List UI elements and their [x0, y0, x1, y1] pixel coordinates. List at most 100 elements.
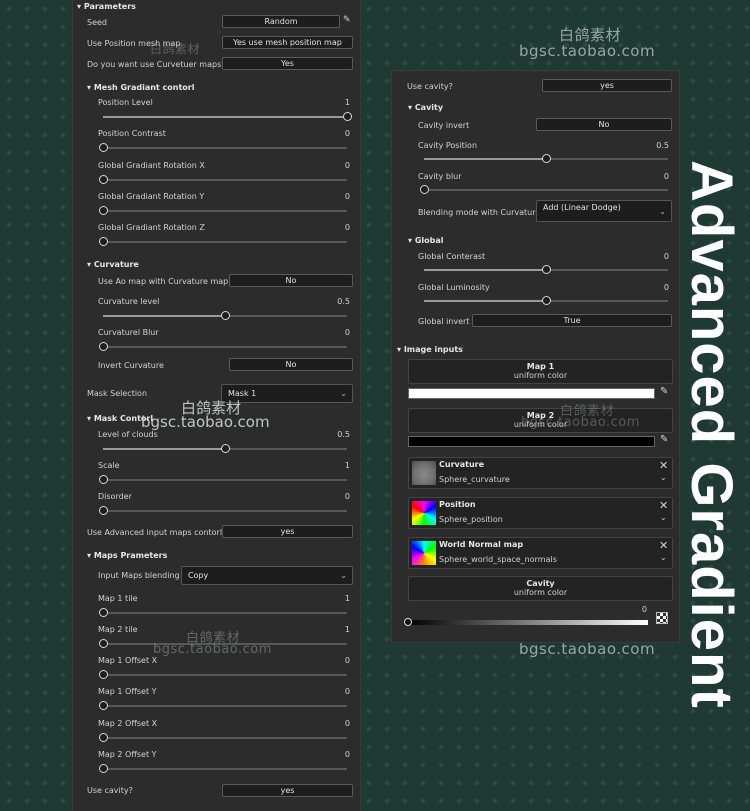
disorder-slider[interactable] — [98, 506, 347, 515]
curvature-section[interactable]: ▾ Curvature — [87, 260, 139, 269]
slider-fill — [424, 269, 546, 271]
slider-knob[interactable] — [541, 296, 551, 305]
map1-offset-y-slider[interactable] — [98, 701, 347, 710]
map1-tile-slider[interactable] — [98, 608, 347, 617]
rotation-z-slider[interactable] — [98, 237, 347, 246]
advanced-input-label: Use Advanced input maps contorl — [87, 528, 223, 537]
curvature-input-card[interactable]: Curvature Sphere_curvature ✕ ⌄ — [408, 457, 673, 489]
slider-fill — [103, 315, 225, 317]
map1-color-swatch[interactable] — [408, 388, 655, 399]
slider-knob[interactable] — [98, 670, 108, 679]
rotation-x-slider[interactable] — [98, 175, 347, 184]
map2-offset-x-value: 0 — [344, 719, 350, 728]
eyedropper-icon[interactable]: ✎ — [660, 434, 668, 445]
pencil-icon[interactable]: ✎ — [343, 15, 351, 25]
rotation-x-label: Global Gradiant Rotation X — [98, 161, 205, 170]
slider-knob[interactable] — [98, 764, 108, 773]
invert-curvature-button[interactable]: No — [229, 358, 353, 371]
use-cavity-label: Use cavity? — [407, 82, 453, 91]
input-blending-dropdown[interactable]: Copy ⌄ — [181, 566, 353, 585]
global-invert-button[interactable]: True — [472, 314, 672, 327]
slider-knob[interactable] — [98, 701, 108, 710]
mesh-gradient-section[interactable]: ▾ Mesh Gradiant contorl — [87, 83, 194, 92]
close-icon[interactable]: ✕ — [659, 539, 668, 552]
cavity-invert-button[interactable]: No — [536, 118, 672, 131]
invert-curvature-label: Invert Curvature — [98, 361, 164, 370]
curvature-level-slider[interactable] — [103, 311, 347, 320]
curvature-blur-label: Curvaturel Blur — [98, 328, 159, 337]
map1-input-card[interactable]: Map 1 uniform color — [408, 359, 673, 384]
eyedropper-icon[interactable]: ✎ — [660, 386, 668, 397]
slider-knob[interactable] — [220, 311, 230, 320]
close-icon[interactable]: ✕ — [659, 499, 668, 512]
close-icon[interactable]: ✕ — [659, 459, 668, 472]
chevron-down-icon[interactable]: ⌄ — [660, 473, 667, 482]
cavity-position-slider[interactable] — [424, 154, 668, 163]
position-input-card[interactable]: Position Sphere_position ✕ ⌄ — [408, 497, 673, 529]
cavity-gradient-slider[interactable] — [404, 618, 648, 626]
maps-parameters-section[interactable]: ▾ Maps Prameters — [87, 551, 167, 560]
slider-knob[interactable] — [98, 475, 108, 484]
cavity-invert-label: Cavity invert — [418, 121, 470, 130]
cavity-blur-value: 0 — [663, 172, 669, 181]
chevron-down-icon[interactable]: ⌄ — [660, 513, 667, 522]
image-inputs-section[interactable]: ▾ Image inputs — [397, 345, 463, 354]
map2-color-swatch[interactable] — [408, 436, 655, 447]
map2-offset-x-slider[interactable] — [98, 733, 347, 742]
global-luminosity-slider[interactable] — [424, 296, 668, 305]
slider-knob[interactable] — [98, 143, 108, 152]
color-picker-icon[interactable] — [656, 612, 668, 624]
global-contrast-slider[interactable] — [424, 265, 668, 274]
slider-knob[interactable] — [541, 154, 551, 163]
parameters-header[interactable]: ▾ Parameters — [77, 2, 136, 11]
blending-curvature-dropdown[interactable]: Add (Linear Dodge) ⌄ — [536, 200, 672, 222]
collapse-icon: ▾ — [77, 2, 84, 11]
watermark-url: bgsc.taobao.com — [519, 42, 656, 60]
map2-offset-y-slider[interactable] — [98, 764, 347, 773]
map1-title: Map 1 — [526, 362, 555, 371]
map2-tile-label: Map 2 tile — [98, 625, 138, 634]
slider-knob[interactable] — [98, 639, 108, 648]
position-contrast-slider[interactable] — [98, 143, 347, 152]
use-position-button[interactable]: Yes use mesh position map — [222, 36, 353, 49]
chevron-down-icon[interactable]: ⌄ — [660, 553, 667, 562]
use-cavity-button[interactable]: yes — [542, 79, 672, 92]
scale-slider[interactable] — [98, 475, 347, 484]
map2-offset-x-label: Map 2 Offset X — [98, 719, 158, 728]
slider-knob[interactable] — [404, 618, 412, 626]
global-contrast-value: 0 — [663, 252, 669, 261]
slider-knob[interactable] — [98, 506, 108, 515]
slider-knob[interactable] — [342, 112, 352, 121]
position-level-slider[interactable] — [103, 112, 352, 121]
watermark-url: bgsc.taobao.com — [141, 413, 270, 431]
slider-knob[interactable] — [98, 608, 108, 617]
watermark-cn: 白鸽素材 — [150, 42, 201, 56]
slider-knob[interactable] — [98, 733, 108, 742]
curvature-blur-slider[interactable] — [98, 342, 347, 351]
cavity-input-card[interactable]: Cavity uniform color — [408, 576, 673, 601]
slider-knob[interactable] — [419, 185, 429, 194]
slider-knob[interactable] — [98, 206, 108, 215]
cavity-section[interactable]: ▾ Cavity — [408, 103, 443, 112]
rotation-y-slider[interactable] — [98, 206, 347, 215]
random-seed-button[interactable]: Random — [222, 15, 340, 28]
slider-knob[interactable] — [541, 265, 551, 274]
advanced-input-button[interactable]: yes — [222, 525, 353, 538]
world-normal-input-card[interactable]: World Normal map Sphere_world_space_norm… — [408, 537, 673, 569]
cavity-blur-slider[interactable] — [419, 185, 668, 194]
use-cavity-button[interactable]: yes — [222, 784, 353, 797]
slider-knob[interactable] — [98, 237, 108, 246]
ao-map-button[interactable]: No — [229, 274, 353, 287]
slider-knob[interactable] — [98, 175, 108, 184]
global-luminosity-value: 0 — [663, 283, 669, 292]
global-invert-label: Global invert — [418, 317, 470, 326]
level-clouds-slider[interactable] — [103, 444, 347, 453]
map1-offset-x-slider[interactable] — [98, 670, 347, 679]
use-curvature-button[interactable]: Yes — [222, 57, 353, 70]
global-section[interactable]: ▾ Global — [408, 236, 443, 245]
curvature-title: Curvature — [439, 460, 485, 469]
scale-value: 1 — [344, 461, 350, 470]
slider-knob[interactable] — [220, 444, 230, 453]
slider-knob[interactable] — [98, 342, 108, 351]
side-title: Advanced Gradient — [679, 160, 744, 709]
